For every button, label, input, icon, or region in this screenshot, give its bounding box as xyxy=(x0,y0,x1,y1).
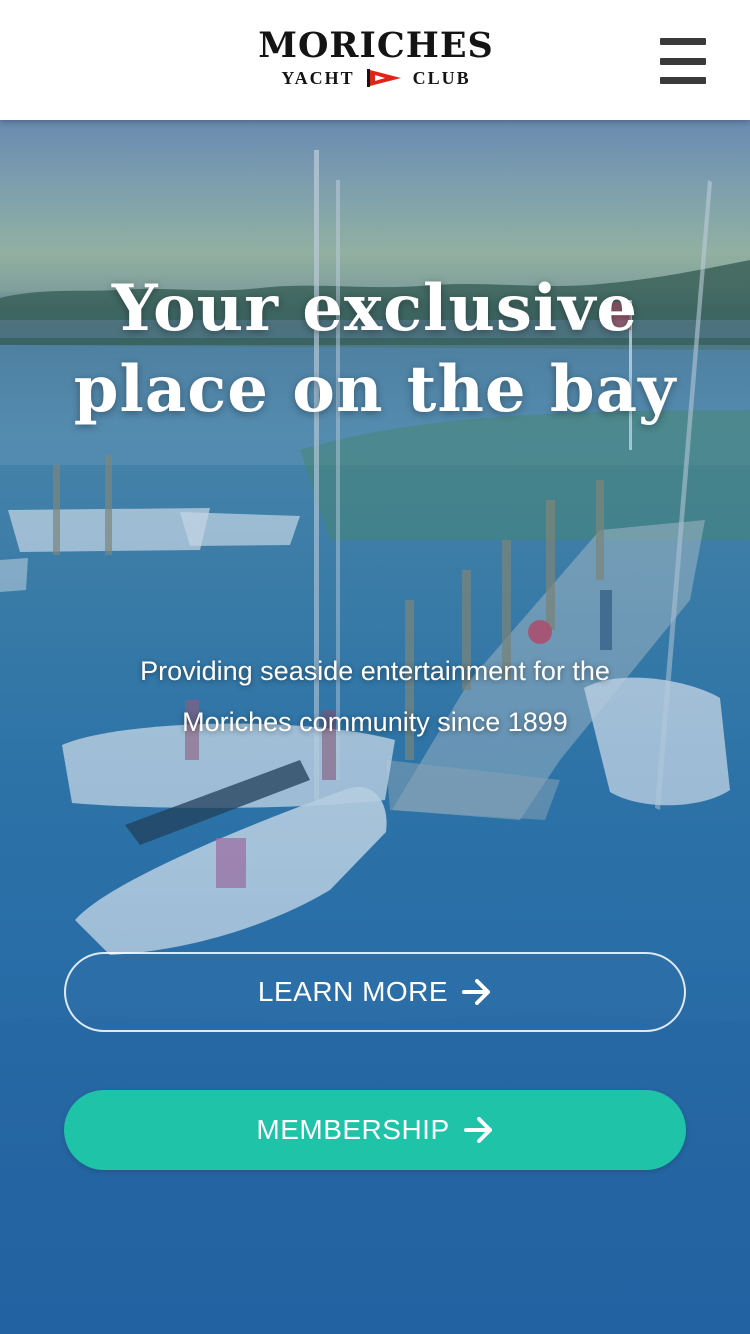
logo-word-club: CLUB xyxy=(412,68,471,88)
hero-subtitle: Providing seaside entertainment for the … xyxy=(140,656,610,737)
logo-subline: YACHT CLUB xyxy=(236,68,516,88)
membership-button[interactable]: MEMBERSHIP xyxy=(64,1090,686,1170)
logo-word-yacht: YACHT xyxy=(281,68,355,88)
arrow-right-icon xyxy=(463,1117,492,1143)
hamburger-menu-icon[interactable] xyxy=(660,38,710,84)
menu-bar xyxy=(660,38,706,45)
learn-more-label: LEARN MORE xyxy=(257,976,449,1007)
arrow-right-icon xyxy=(462,979,491,1005)
site-header: MORICHES YACHT CLUB xyxy=(0,0,750,120)
logo-wordmark: MORICHES xyxy=(258,25,494,66)
burgee-flag-icon xyxy=(366,69,401,87)
learn-more-button[interactable]: LEARN MORE xyxy=(64,952,686,1032)
menu-bar xyxy=(660,77,706,84)
hero-section: Your exclusive place on the bay Providin… xyxy=(0,120,750,1334)
menu-bar xyxy=(660,57,706,65)
hero-title: Your exclusive place on the bay xyxy=(73,271,677,427)
membership-label: MEMBERSHIP xyxy=(256,1114,450,1145)
site-logo[interactable]: MORICHES YACHT CLUB xyxy=(236,28,516,92)
